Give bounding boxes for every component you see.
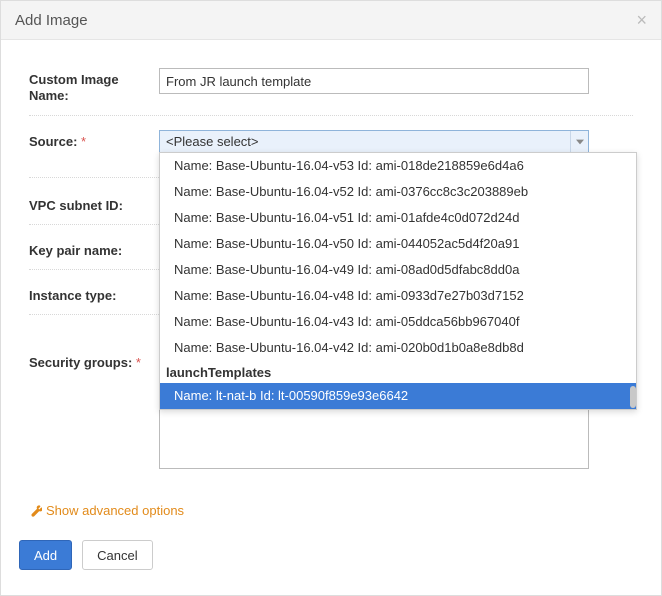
advanced-label: Show advanced options xyxy=(46,503,184,518)
label-vpc: VPC subnet ID: xyxy=(29,194,159,214)
row-source: Source: * <Please select> Name: Base-Ubu… xyxy=(29,122,633,156)
label-instance-type: Instance type: xyxy=(29,284,159,304)
dropdown-item[interactable]: Name: Base-Ubuntu-16.04-v50 Id: ami-0440… xyxy=(160,231,636,257)
label-security-groups: Security groups: * xyxy=(29,351,159,371)
add-button[interactable]: Add xyxy=(19,540,72,570)
dropdown-group-label: launchTemplates xyxy=(160,362,636,383)
dialog-header: Add Image × xyxy=(1,1,661,40)
label-keypair: Key pair name: xyxy=(29,239,159,259)
scrollbar-thumb[interactable] xyxy=(630,386,636,408)
wrench-icon xyxy=(29,504,42,517)
dropdown-item[interactable]: Name: Base-Ubuntu-16.04-v43 Id: ami-05dd… xyxy=(160,309,636,335)
dropdown-item[interactable]: Name: Base-Ubuntu-16.04-v48 Id: ami-0933… xyxy=(160,283,636,309)
source-dropdown: Name: Base-Ubuntu-16.04-v53 Id: ami-018d… xyxy=(159,152,637,410)
row-custom-image-name: Custom Image Name: xyxy=(29,60,633,116)
dropdown-item[interactable]: Name: Base-Ubuntu-16.04-v53 Id: ami-018d… xyxy=(160,153,636,179)
dropdown-item[interactable]: Name: Base-Ubuntu-16.04-v51 Id: ami-01af… xyxy=(160,205,636,231)
add-image-dialog: Add Image × Custom Image Name: Source: *… xyxy=(0,0,662,596)
dropdown-item[interactable]: Name: Base-Ubuntu-16.04-v42 Id: ami-020b… xyxy=(160,335,636,361)
source-combo[interactable]: <Please select> Name: Base-Ubuntu-16.04-… xyxy=(159,130,589,154)
advanced-section: Show advanced options xyxy=(1,485,661,518)
dropdown-item-selected[interactable]: Name: lt-nat-b Id: lt-00590f859e93e6642 xyxy=(160,383,636,409)
dropdown-item[interactable]: Name: Base-Ubuntu-16.04-v52 Id: ami-0376… xyxy=(160,179,636,205)
dialog-body: Custom Image Name: Source: * <Please sel… xyxy=(1,40,661,479)
dropdown-item[interactable]: Name: Base-Ubuntu-16.04-v49 Id: ami-08ad… xyxy=(160,257,636,283)
cancel-button[interactable]: Cancel xyxy=(82,540,152,570)
show-advanced-link[interactable]: Show advanced options xyxy=(29,503,633,518)
label-custom-image-name: Custom Image Name: xyxy=(29,68,159,105)
chevron-down-icon[interactable] xyxy=(570,131,588,153)
source-combo-display[interactable]: <Please select> xyxy=(159,130,589,154)
label-source: Source: * xyxy=(29,130,159,150)
dialog-footer: Add Cancel xyxy=(1,518,661,592)
custom-image-name-input[interactable] xyxy=(159,68,589,94)
source-combo-text: <Please select> xyxy=(160,134,265,149)
close-icon[interactable]: × xyxy=(636,11,647,29)
dialog-title: Add Image xyxy=(15,12,88,29)
